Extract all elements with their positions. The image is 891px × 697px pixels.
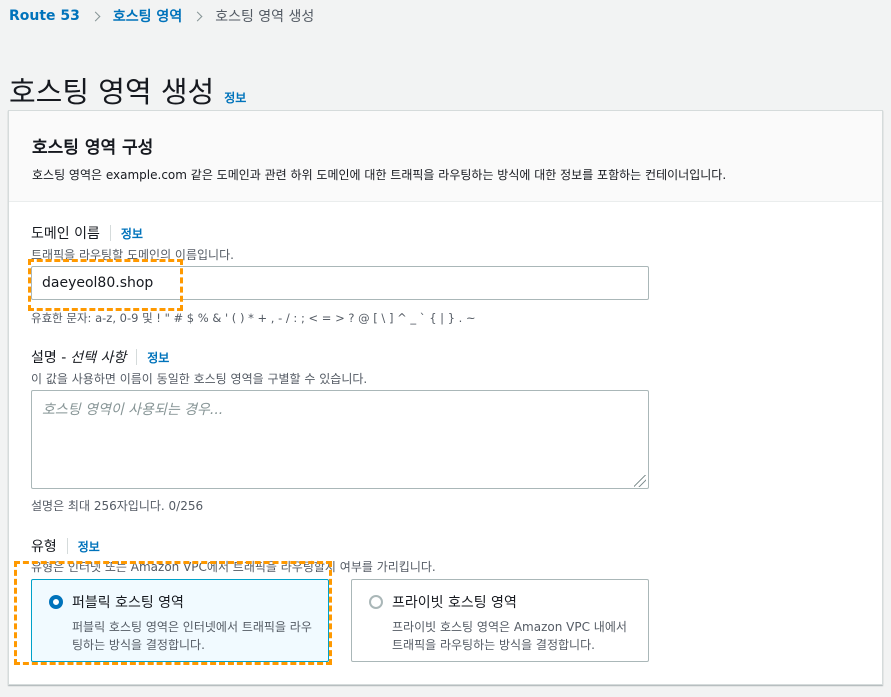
description-textarea[interactable] xyxy=(31,390,649,489)
radio-unselected-icon xyxy=(369,595,383,609)
option-title: 퍼블릭 호스팅 영역 xyxy=(72,595,184,611)
option-description: 퍼블릭 호스팅 영역은 인터넷에서 트래픽을 라우팅하는 방식을 결정합니다. xyxy=(72,620,312,652)
domain-info-link[interactable]: 정보 xyxy=(121,225,143,242)
divider xyxy=(66,538,68,554)
resize-grip-icon[interactable] xyxy=(634,475,646,487)
breadcrumb-hosted-zones[interactable]: 호스팅 영역 xyxy=(113,6,182,26)
type-label: 유형 xyxy=(31,539,57,555)
option-title: 프라이빗 호스팅 영역 xyxy=(392,595,517,611)
public-hosted-zone-option[interactable]: 퍼블릭 호스팅 영역 퍼블릭 호스팅 영역은 인터넷에서 트래픽을 라우팅하는 … xyxy=(31,579,329,662)
description-optional-label: 선택 사항 xyxy=(70,350,127,366)
description-label-row: 설명 - 선택 사항 정보 xyxy=(31,347,169,367)
domain-name-input[interactable] xyxy=(31,266,649,300)
description-label: 설명 - xyxy=(31,350,67,366)
domain-description: 트래픽을 라우팅할 도메인의 이름입니다. xyxy=(31,248,234,262)
description-counter: 설명은 최대 256자입니다. 0/256 xyxy=(31,499,204,513)
type-label-row: 유형 정보 xyxy=(31,536,100,556)
domain-label: 도메인 이름 xyxy=(31,226,100,242)
domain-label-row: 도메인 이름 정보 xyxy=(31,223,143,243)
breadcrumb-current: 호스팅 영역 생성 xyxy=(215,9,315,25)
page-title-row: 호스팅 영역 생성 정보 xyxy=(9,69,246,111)
page-info-link[interactable]: 정보 xyxy=(224,89,246,106)
private-hosted-zone-option[interactable]: 프라이빗 호스팅 영역 프라이빗 호스팅 영역은 Amazon VPC 내에서 … xyxy=(351,579,649,662)
hosted-zone-config-panel: 호스팅 영역 구성 호스팅 영역은 example.com 같은 도메인과 관련… xyxy=(8,110,883,685)
breadcrumb: Route 53 호스팅 영역 호스팅 영역 생성 xyxy=(9,6,314,26)
type-info-link[interactable]: 정보 xyxy=(78,538,100,555)
domain-constraint: 유효한 문자: a-z, 0-9 및 ! " # $ % & ' ( ) * +… xyxy=(31,311,476,325)
panel-header: 호스팅 영역 구성 호스팅 영역은 example.com 같은 도메인과 관련… xyxy=(9,111,882,202)
description-info-link[interactable]: 정보 xyxy=(147,349,169,366)
chevron-right-icon xyxy=(90,11,101,21)
breadcrumb-route53[interactable]: Route 53 xyxy=(9,8,80,24)
radio-selected-icon xyxy=(49,595,63,609)
chevron-right-icon xyxy=(192,11,203,21)
option-description: 프라이빗 호스팅 영역은 Amazon VPC 내에서 트래픽을 라우팅하는 방… xyxy=(392,620,627,652)
panel-description: 호스팅 영역은 example.com 같은 도메인과 관련 하위 도메인에 대… xyxy=(32,168,727,182)
divider xyxy=(136,349,138,365)
description-help: 이 값을 사용하면 이름이 동일한 호스팅 영역을 구별할 수 있습니다. xyxy=(31,372,368,386)
page-title: 호스팅 영역 생성 xyxy=(9,75,215,110)
panel-title: 호스팅 영역 구성 xyxy=(32,138,154,158)
type-description: 유형은 인터넷 또는 Amazon VPC에서 트래픽을 라우팅할지 여부를 가… xyxy=(31,560,436,574)
divider xyxy=(109,225,111,241)
